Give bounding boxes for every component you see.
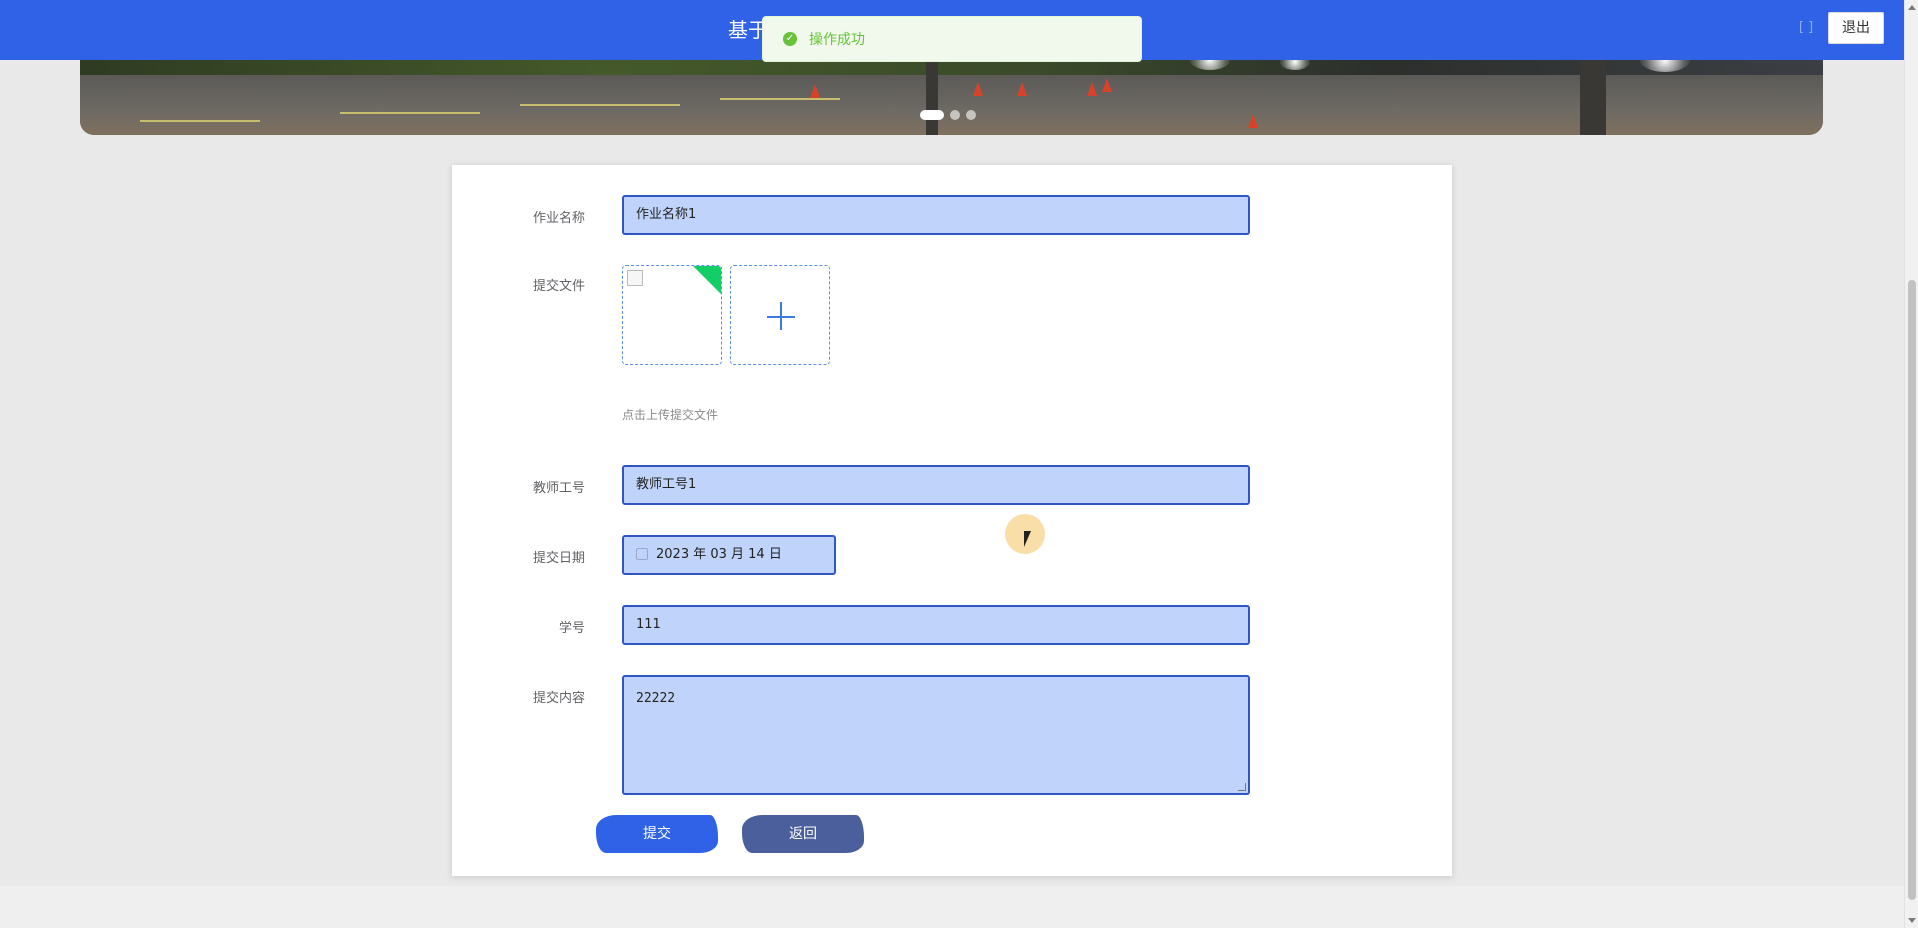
student-id-label: 学号: [558, 621, 585, 636]
scroll-up-icon[interactable]: [1908, 5, 1916, 10]
carousel-dot-1[interactable]: [920, 110, 944, 120]
traffic-cone: [810, 84, 820, 98]
submit-date-value: 2023 年 03 月 14 日: [656, 547, 782, 562]
broken-image-icon: [627, 270, 643, 286]
toast-message: 操作成功: [809, 32, 865, 48]
traffic-cone: [1017, 82, 1027, 96]
carousel-indicator: [920, 110, 976, 120]
traffic-cone: [1102, 78, 1112, 92]
traffic-cone: [973, 82, 983, 96]
student-id-input[interactable]: 111: [622, 605, 1250, 645]
submit-date-label: 提交日期: [532, 551, 585, 566]
resize-handle[interactable]: [1238, 783, 1246, 791]
fullscreen-icon[interactable]: [ ]: [1796, 20, 1816, 36]
traffic-cone: [1248, 114, 1258, 128]
content-textarea[interactable]: 22222: [622, 675, 1250, 795]
mouse-cursor-icon: [1024, 531, 1031, 547]
lane-mark: [520, 104, 680, 106]
carousel-dot-2[interactable]: [950, 110, 960, 120]
submit-date-picker[interactable]: 2023 年 03 月 14 日: [622, 535, 836, 575]
homework-name-input[interactable]: 作业名称1: [622, 195, 1250, 235]
lane-mark: [340, 112, 480, 114]
upload-success-badge: [687, 266, 721, 297]
success-check-icon: ✓: [783, 32, 797, 46]
banner-road: [80, 75, 1823, 135]
content-value: 22222: [636, 691, 676, 706]
vertical-scrollbar[interactable]: [1904, 0, 1918, 928]
submit-button[interactable]: 提交: [596, 815, 718, 853]
page-footer-band: [0, 886, 1904, 928]
homework-form-card: 作业名称 作业名称1 提交文件 点击上传提交文件 教师工号 教师工号1 提交日期…: [452, 165, 1452, 876]
lane-mark: [720, 98, 840, 100]
carousel-dot-3[interactable]: [966, 110, 976, 120]
traffic-cone: [1087, 82, 1097, 96]
homework-name-label: 作业名称: [532, 211, 585, 226]
logout-button[interactable]: 退出: [1828, 12, 1884, 44]
teacher-id-input[interactable]: 教师工号1: [622, 465, 1250, 505]
plus-icon-vertical: [780, 302, 782, 330]
content-label: 提交内容: [532, 691, 585, 706]
upload-add-button[interactable]: [730, 265, 830, 365]
uploaded-file-thumbnail[interactable]: [622, 265, 722, 365]
upload-hint: 点击上传提交文件: [622, 408, 719, 422]
scroll-down-icon[interactable]: [1908, 918, 1916, 923]
back-button[interactable]: 返回: [742, 815, 864, 853]
calendar-icon: [636, 547, 648, 560]
scrollbar-thumb[interactable]: [1908, 280, 1916, 900]
submit-file-label: 提交文件: [532, 279, 585, 294]
success-toast: ✓ 操作成功: [762, 16, 1142, 62]
lane-mark: [140, 120, 260, 122]
teacher-id-label: 教师工号: [532, 481, 585, 496]
